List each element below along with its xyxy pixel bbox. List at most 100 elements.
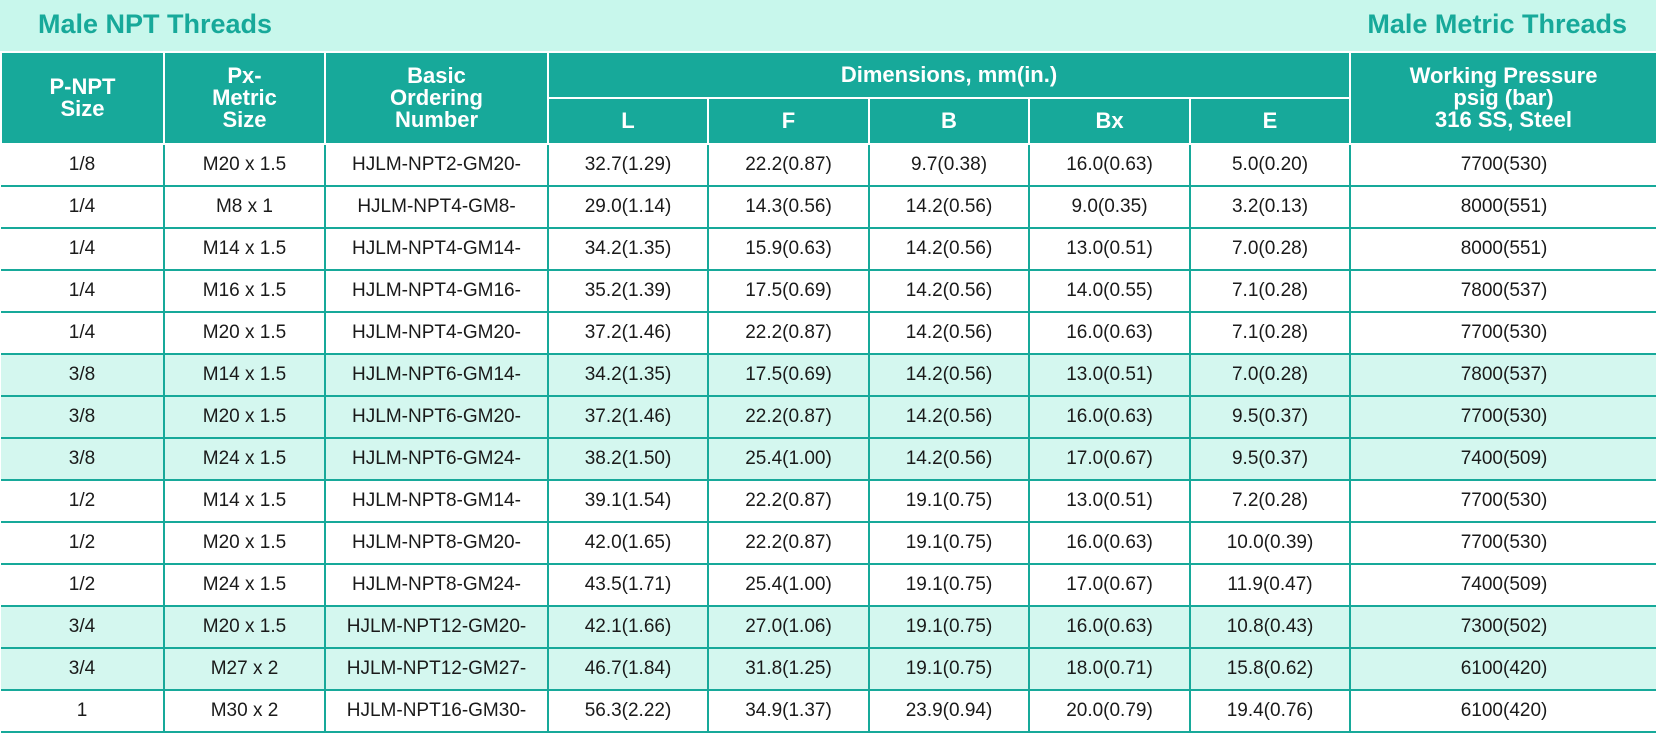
cell-pnpt: 3/8 [1, 438, 165, 481]
cell-pressure: 7700(530) [1350, 522, 1656, 565]
header-F: F [707, 97, 870, 145]
header-basic-line1: Basic [407, 63, 466, 88]
cell-Bx: 18.0(0.71) [1029, 648, 1191, 691]
cell-pnpt: 1/2 [1, 564, 165, 607]
cell-L: 37.2(1.46) [548, 312, 709, 355]
header-L: L [547, 97, 709, 145]
cell-F: 27.0(1.06) [708, 606, 870, 649]
cell-B: 14.2(0.56) [869, 396, 1030, 439]
header-px-line3: Size [222, 107, 267, 132]
cell-E: 10.8(0.43) [1190, 606, 1352, 649]
table-row: 3/8 M20 x 1.5 HJLM-NPT6-GM20- 37.2(1.46)… [1, 396, 1656, 439]
cell-E: 10.0(0.39) [1190, 522, 1352, 565]
cell-L: 46.7(1.84) [548, 648, 709, 691]
table-row: 1/2 M24 x 1.5 HJLM-NPT8-GM24- 43.5(1.71)… [1, 564, 1656, 607]
cell-L: 35.2(1.39) [548, 270, 709, 313]
cell-px: M20 x 1.5 [164, 522, 326, 565]
cell-px: M14 x 1.5 [164, 228, 326, 271]
cell-L: 32.7(1.29) [548, 144, 709, 187]
table-row: 1/4 M8 x 1 HJLM-NPT4-GM8- 29.0(1.14) 14.… [1, 186, 1656, 229]
cell-order: HJLM-NPT12-GM20- [325, 606, 549, 649]
cell-B: 14.2(0.56) [869, 438, 1030, 481]
header-basic-ordering-number: Basic Ordering Number [324, 51, 549, 145]
cell-E: 5.0(0.20) [1190, 144, 1352, 187]
header-pnpt-size: P-NPT Size [0, 51, 165, 145]
cell-B: 14.2(0.56) [869, 228, 1030, 271]
header-pressure-line1: Working Pressure [1409, 63, 1598, 88]
cell-px: M20 x 1.5 [164, 606, 326, 649]
cell-F: 14.3(0.56) [708, 186, 870, 229]
cell-order: HJLM-NPT6-GM20- [325, 396, 549, 439]
cell-Bx: 20.0(0.79) [1029, 690, 1191, 733]
cell-pressure: 7800(537) [1350, 270, 1656, 313]
cell-L: 42.0(1.65) [548, 522, 709, 565]
cell-L: 37.2(1.46) [548, 396, 709, 439]
cell-B: 19.1(0.75) [869, 648, 1030, 691]
cell-pnpt: 1/4 [1, 186, 165, 229]
title-male-metric-threads: Male Metric Threads [1367, 9, 1627, 39]
cell-E: 11.9(0.47) [1190, 564, 1352, 607]
header-px-line1: Px- [227, 63, 262, 88]
cell-B: 19.1(0.75) [869, 606, 1030, 649]
header-working-pressure: Working Pressure psig (bar) 316 SS, Stee… [1349, 51, 1656, 145]
cell-pressure: 7700(530) [1350, 312, 1656, 355]
cell-Bx: 16.0(0.63) [1029, 396, 1191, 439]
cell-E: 9.5(0.37) [1190, 438, 1352, 481]
cell-E: 7.1(0.28) [1190, 270, 1352, 313]
cell-order: HJLM-NPT4-GM16- [325, 270, 549, 313]
cell-order: HJLM-NPT4-GM20- [325, 312, 549, 355]
cell-Bx: 16.0(0.63) [1029, 144, 1191, 187]
cell-pnpt: 1 [1, 690, 165, 733]
header-Bx: Bx [1028, 97, 1191, 145]
header-pnpt-line1: P-NPT [49, 74, 116, 99]
cell-Bx: 17.0(0.67) [1029, 564, 1191, 607]
cell-pressure: 7700(530) [1350, 480, 1656, 523]
cell-L: 42.1(1.66) [548, 606, 709, 649]
cell-order: HJLM-NPT6-GM14- [325, 354, 549, 397]
table-row: 3/4 M20 x 1.5 HJLM-NPT12-GM20- 42.1(1.66… [1, 606, 1656, 649]
cell-pnpt: 3/4 [1, 606, 165, 649]
cell-pressure: 6100(420) [1350, 690, 1656, 733]
table-row: 1 M30 x 2 HJLM-NPT16-GM30- 56.3(2.22) 34… [1, 690, 1656, 733]
dimensions-table: P-NPT Size Px- Metric Size Basic Orderin… [0, 51, 1656, 733]
table-body: 1/8 M20 x 1.5 HJLM-NPT2-GM20- 32.7(1.29)… [1, 144, 1656, 733]
cell-B: 14.2(0.56) [869, 186, 1030, 229]
cell-px: M20 x 1.5 [164, 396, 326, 439]
cell-pressure: 7400(509) [1350, 564, 1656, 607]
cell-F: 22.2(0.87) [708, 480, 870, 523]
cell-Bx: 16.0(0.63) [1029, 522, 1191, 565]
header-dimensions: Dimensions, mm(in.) [546, 51, 1352, 99]
cell-F: 31.8(1.25) [708, 648, 870, 691]
cell-F: 22.2(0.87) [708, 396, 870, 439]
cell-F: 34.9(1.37) [708, 690, 870, 733]
cell-L: 34.2(1.35) [548, 228, 709, 271]
cell-order: HJLM-NPT16-GM30- [325, 690, 549, 733]
header-px-line2: Metric [212, 85, 277, 110]
cell-L: 43.5(1.71) [548, 564, 709, 607]
table-row: 3/8 M14 x 1.5 HJLM-NPT6-GM14- 34.2(1.35)… [1, 354, 1656, 397]
header-px-metric-size: Px- Metric Size [163, 51, 326, 145]
cell-pnpt: 1/8 [1, 144, 165, 187]
title-bar: Male NPT Threads Male Metric Threads [0, 0, 1656, 51]
cell-pnpt: 1/4 [1, 312, 165, 355]
table-row: 1/2 M14 x 1.5 HJLM-NPT8-GM14- 39.1(1.54)… [1, 480, 1656, 523]
cell-Bx: 13.0(0.51) [1029, 228, 1191, 271]
cell-pressure: 7700(530) [1350, 396, 1656, 439]
cell-F: 25.4(1.00) [708, 438, 870, 481]
cell-Bx: 13.0(0.51) [1029, 354, 1191, 397]
header-pressure-line3: 316 SS, Steel [1435, 107, 1573, 132]
cell-F: 25.4(1.00) [708, 564, 870, 607]
cell-Bx: 16.0(0.63) [1029, 606, 1191, 649]
table-row: 1/4 M20 x 1.5 HJLM-NPT4-GM20- 37.2(1.46)… [1, 312, 1656, 355]
cell-B: 9.7(0.38) [869, 144, 1030, 187]
cell-E: 15.8(0.62) [1190, 648, 1352, 691]
cell-pressure: 8000(551) [1350, 228, 1656, 271]
header-E: E [1188, 97, 1352, 145]
table-row: 1/8 M20 x 1.5 HJLM-NPT2-GM20- 32.7(1.29)… [1, 144, 1656, 187]
cell-E: 7.0(0.28) [1190, 228, 1352, 271]
cell-pressure: 7400(509) [1350, 438, 1656, 481]
cell-E: 7.0(0.28) [1190, 354, 1352, 397]
cell-F: 17.5(0.69) [708, 354, 870, 397]
cell-E: 7.1(0.28) [1190, 312, 1352, 355]
cell-px: M30 x 2 [164, 690, 326, 733]
